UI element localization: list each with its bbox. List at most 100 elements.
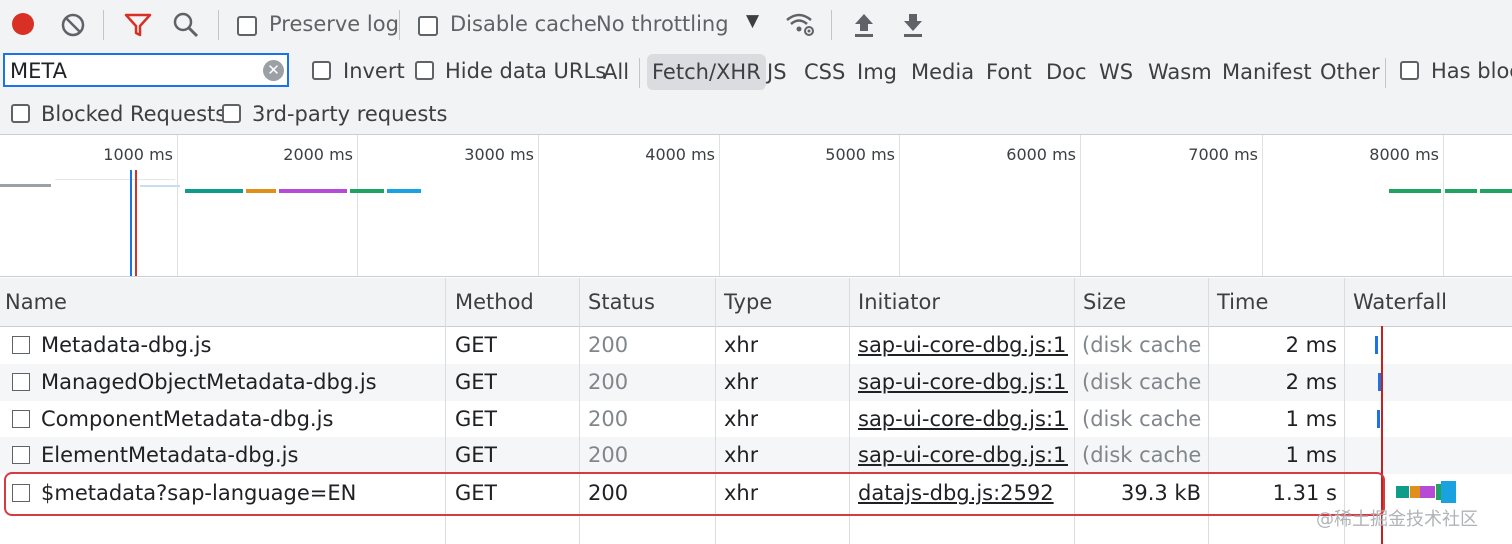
throttling-select[interactable]: No throttling <box>596 12 729 36</box>
invert-label: Invert <box>343 59 405 83</box>
overview-load-line <box>135 170 137 276</box>
waterfall-bar <box>1396 486 1409 498</box>
network-conditions-icon[interactable] <box>784 10 816 38</box>
row-method: GET <box>455 333 498 357</box>
overview-bar <box>1445 189 1477 193</box>
row-initiator-link[interactable]: sap-ui-core-dbg.js:1... <box>858 333 1068 357</box>
overview-bar <box>55 179 175 180</box>
tick-label: 8000 ms <box>1369 145 1439 164</box>
blocked-requests-checkbox[interactable] <box>11 104 30 123</box>
row-type: xhr <box>724 333 759 357</box>
row-type: xhr <box>724 443 759 467</box>
table-row[interactable]: Metadata-dbg.js GET 200 xhr sap-ui-core-… <box>0 327 1512 364</box>
row-file-icon <box>12 410 30 428</box>
row-status: 200 <box>588 370 629 394</box>
row-method: GET <box>455 443 498 467</box>
waterfall-bar <box>1410 486 1420 498</box>
type-filter-js[interactable]: JS <box>767 54 787 90</box>
tick-label: 5000 ms <box>825 145 895 164</box>
type-filter-all[interactable]: All <box>603 54 629 90</box>
row-initiator-link[interactable]: sap-ui-core-dbg.js:1... <box>858 443 1068 467</box>
row-size: (disk cache) <box>1082 333 1201 357</box>
invert-checkbox[interactable] <box>312 61 331 80</box>
column-header-initiator[interactable]: Initiator <box>858 290 940 314</box>
row-file-icon <box>12 373 30 391</box>
row-name: ComponentMetadata-dbg.js <box>41 407 334 431</box>
third-party-label: 3rd-party requests <box>252 102 448 126</box>
row-initiator-link[interactable]: sap-ui-core-dbg.js:1... <box>858 407 1068 431</box>
column-header-type[interactable]: Type <box>724 290 772 314</box>
waterfall-bar <box>1377 410 1380 428</box>
type-filter-wasm[interactable]: Wasm <box>1148 54 1212 90</box>
overview-bar <box>350 189 384 193</box>
has-blocked-cookies-label: Has bloc <box>1431 59 1512 83</box>
waterfall-bar <box>1378 373 1381 391</box>
preserve-log-checkbox[interactable] <box>237 16 257 36</box>
row-status: 200 <box>588 407 629 431</box>
row-size: (disk cache) <box>1082 443 1201 467</box>
type-filter-doc[interactable]: Doc <box>1046 54 1087 90</box>
blocked-requests-label: Blocked Requests <box>41 102 227 126</box>
timeline-overview[interactable]: 1000 ms 2000 ms 3000 ms 4000 ms 5000 ms … <box>0 135 1512 277</box>
search-icon[interactable] <box>172 11 200 39</box>
overview-bar <box>279 189 347 193</box>
type-filter-media[interactable]: Media <box>911 54 974 90</box>
request-table-header: Name Method Status Type Initiator Size T… <box>0 278 1512 327</box>
type-filter-manifest[interactable]: Manifest <box>1222 54 1312 90</box>
overview-bar <box>0 184 51 187</box>
network-toolbar: Preserve log Disable cache No throttling… <box>0 0 1512 51</box>
type-filter-fetch-xhr[interactable]: Fetch/XHR <box>647 54 766 90</box>
filter-input[interactable]: META ✕ <box>3 53 289 87</box>
tick-label: 1000 ms <box>103 145 173 164</box>
column-header-method[interactable]: Method <box>455 290 534 314</box>
import-har-icon[interactable] <box>853 12 875 38</box>
overview-bar <box>387 189 421 193</box>
row-time: 2 ms <box>1285 333 1337 357</box>
type-filter-img[interactable]: Img <box>857 54 897 90</box>
waterfall-bar <box>1375 336 1378 354</box>
row-type: xhr <box>724 370 759 394</box>
clear-icon[interactable] <box>60 12 86 38</box>
row-initiator-link[interactable]: sap-ui-core-dbg.js:1... <box>858 370 1068 394</box>
column-header-status[interactable]: Status <box>588 290 655 314</box>
tick-label: 2000 ms <box>283 145 353 164</box>
tick-label: 7000 ms <box>1188 145 1258 164</box>
column-header-time[interactable]: Time <box>1217 290 1268 314</box>
clear-filter-icon[interactable]: ✕ <box>263 60 284 81</box>
column-header-waterfall[interactable]: Waterfall <box>1353 290 1447 314</box>
filter-icon[interactable] <box>124 13 152 37</box>
overview-bar <box>140 185 180 187</box>
type-filter-css[interactable]: CSS <box>804 54 845 90</box>
row-name: ElementMetadata-dbg.js <box>41 443 299 467</box>
row-time: 1 ms <box>1285 443 1337 467</box>
overview-dom-loaded-line <box>130 170 132 276</box>
chevron-down-icon[interactable]: ▼ <box>746 11 759 31</box>
row-file-icon <box>12 336 30 354</box>
hide-data-urls-checkbox[interactable] <box>415 61 434 80</box>
type-filter-font[interactable]: Font <box>986 54 1032 90</box>
row-size: (disk cache) <box>1082 370 1201 394</box>
row-status: 200 <box>588 443 629 467</box>
third-party-checkbox[interactable] <box>222 104 241 123</box>
column-header-size[interactable]: Size <box>1083 290 1126 314</box>
disable-cache-checkbox[interactable] <box>418 16 438 36</box>
filter-input-value: META <box>10 59 67 83</box>
export-har-icon[interactable] <box>902 12 924 38</box>
type-filter-other[interactable]: Other <box>1320 54 1380 90</box>
row-method: GET <box>455 370 498 394</box>
column-header-name[interactable]: Name <box>5 290 67 314</box>
table-row[interactable]: ElementMetadata-dbg.js GET 200 xhr sap-u… <box>0 437 1512 474</box>
has-blocked-cookies-checkbox[interactable] <box>1400 61 1419 80</box>
waterfall-bar <box>1420 486 1435 498</box>
table-row[interactable]: ManagedObjectMetadata-dbg.js GET 200 xhr… <box>0 364 1512 401</box>
hide-data-urls-label: Hide data URLs <box>445 59 607 83</box>
row-name: ManagedObjectMetadata-dbg.js <box>41 370 377 394</box>
waterfall-bar <box>1441 481 1456 503</box>
preserve-log-label: Preserve log <box>269 12 399 36</box>
row-time: 2 ms <box>1285 370 1337 394</box>
disable-cache-label: Disable cache <box>450 12 597 36</box>
record-button[interactable] <box>12 13 34 35</box>
overview-bar <box>246 189 276 193</box>
table-row[interactable]: ComponentMetadata-dbg.js GET 200 xhr sap… <box>0 401 1512 438</box>
type-filter-ws[interactable]: WS <box>1099 54 1133 90</box>
